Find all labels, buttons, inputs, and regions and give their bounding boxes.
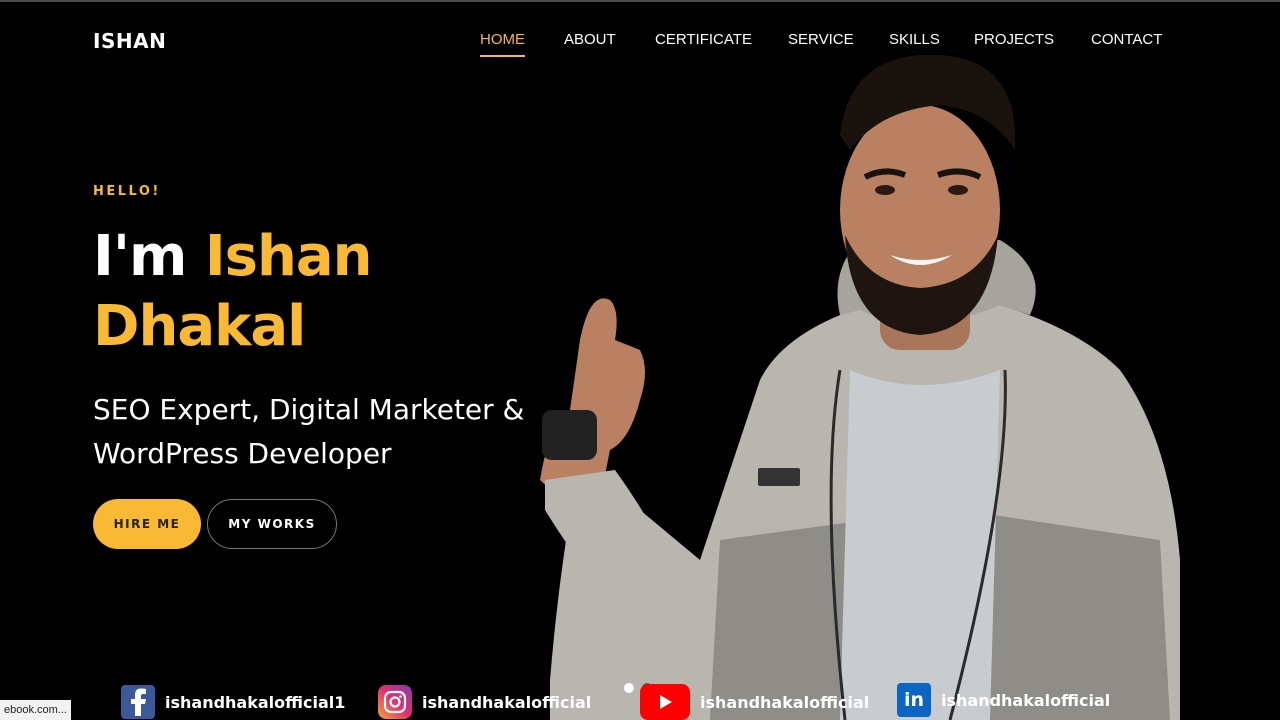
facebook-handle: ishandhakalofficial1: [165, 692, 346, 712]
window-top-border: [0, 0, 1280, 2]
linkedin-icon: in: [897, 683, 931, 717]
hero-subtitle-line2: WordPress Developer: [93, 437, 392, 470]
instagram-link[interactable]: ishandhakalofficial: [378, 684, 591, 720]
linkedin-glyph: in: [903, 689, 925, 711]
profile-photo: [540, 54, 1180, 720]
site-logo[interactable]: ISHAN: [93, 29, 166, 53]
instagram-handle: ishandhakalofficial: [422, 692, 592, 712]
my-works-button[interactable]: MY WORKS: [207, 499, 337, 549]
hero-heading-line1: I'm Ishan: [93, 222, 373, 292]
instagram-icon: [378, 685, 412, 719]
nav-home[interactable]: HOME: [480, 31, 525, 57]
facebook-link[interactable]: ishandhakalofficial1: [121, 684, 345, 720]
hero-subtitle-line1: SEO Expert, Digital Marketer &: [93, 393, 525, 426]
carousel-dot-active[interactable]: [624, 683, 634, 693]
youtube-icon: [640, 684, 690, 720]
hero-first-name: Ishan: [204, 224, 373, 289]
nav-home-label: HOME: [480, 31, 525, 48]
hero-name-prefix: I'm: [93, 224, 187, 289]
youtube-link[interactable]: ishandhakalofficial: [640, 684, 869, 720]
nav-active-underline: [480, 55, 525, 57]
portfolio-page: ISHAN HOME ABOUT CERTIFICATE SERVICE SKI…: [0, 0, 1280, 720]
hire-me-button[interactable]: HIRE ME: [93, 499, 201, 549]
hero-heading: I'm Ishan Dhakal: [93, 222, 373, 362]
hero-last-name: Dhakal: [93, 294, 306, 359]
youtube-handle: ishandhakalofficial: [700, 692, 870, 712]
hero-subtitle: SEO Expert, Digital Marketer & WordPress…: [93, 388, 553, 476]
facebook-icon: [121, 685, 155, 719]
linkedin-handle: ishandhakalofficial: [941, 690, 1111, 710]
browser-status-url: ebook.com...: [0, 700, 71, 720]
linkedin-link[interactable]: in ishandhakalofficial: [897, 682, 1110, 718]
hero-greeting: HELLO!: [93, 184, 161, 199]
